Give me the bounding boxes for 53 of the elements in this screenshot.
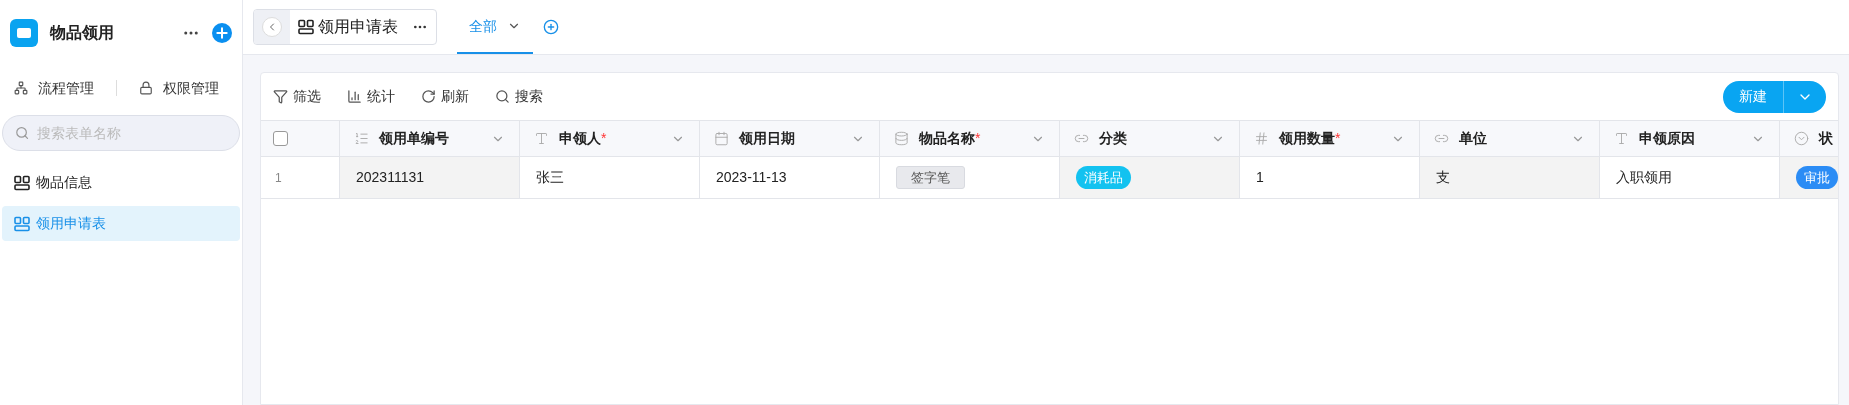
filter-icon xyxy=(273,89,288,104)
chart-icon xyxy=(347,89,362,104)
nav-link[interactable]: 流程管理 xyxy=(14,77,94,99)
search-icon xyxy=(495,89,510,104)
column-header[interactable]: 领用数量* xyxy=(1240,121,1420,156)
table-cell: 支 xyxy=(1420,157,1600,198)
column-header[interactable]: 物品名称* xyxy=(880,121,1060,156)
column-header[interactable]: 领用单编号 xyxy=(340,121,520,156)
search-field[interactable]: 搜索表单名称 xyxy=(2,115,240,151)
toolbar-button[interactable]: 统计 xyxy=(347,86,395,107)
item-tag: 签字笔 xyxy=(896,165,965,190)
view-tab[interactable]: 全部 xyxy=(457,0,533,54)
table-cell: 202311131 xyxy=(340,157,520,198)
database-icon xyxy=(894,131,909,146)
column-header[interactable]: 申领人* xyxy=(520,121,700,156)
form-icon xyxy=(14,215,30,232)
app-logo-icon xyxy=(10,19,38,47)
page-title: 领用申请表 xyxy=(318,17,398,37)
select-all-checkbox[interactable] xyxy=(273,131,288,146)
numbered-list-icon xyxy=(354,131,369,146)
dropdown-circle-icon xyxy=(1794,131,1809,146)
search-icon xyxy=(15,125,30,141)
toolbar-button[interactable]: 筛选 xyxy=(273,86,321,107)
search-input[interactable]: 搜索表单名称 xyxy=(37,122,227,144)
column-header[interactable]: 申领原因 xyxy=(1600,121,1780,156)
counter-icon xyxy=(1254,131,1269,146)
toolbar-button[interactable]: 刷新 xyxy=(421,86,469,107)
refresh-icon xyxy=(421,89,436,104)
letter-icon xyxy=(1614,131,1629,146)
form-icon xyxy=(14,174,30,191)
back-button[interactable] xyxy=(262,17,282,37)
letter-icon xyxy=(534,131,549,146)
hierarchy-icon xyxy=(14,81,28,95)
form-icon xyxy=(298,19,314,35)
form-item[interactable]: 物品信息 xyxy=(2,165,240,200)
required-mark: * xyxy=(1335,129,1341,148)
column-header[interactable]: 分类 xyxy=(1060,121,1240,156)
column-header[interactable]: 单位 xyxy=(1420,121,1600,156)
required-mark: * xyxy=(975,129,981,148)
table-cell: 2023-11-13 xyxy=(700,157,880,198)
calendar-icon xyxy=(714,131,729,146)
lock-icon xyxy=(139,81,153,95)
status-pill: 审批 xyxy=(1796,165,1838,190)
nav-link[interactable]: 权限管理 xyxy=(139,77,219,99)
toolbar-button[interactable]: 搜索 xyxy=(495,86,543,107)
column-header[interactable]: 状 xyxy=(1780,121,1838,156)
column-header[interactable]: 领用日期 xyxy=(700,121,880,156)
add-button[interactable] xyxy=(212,23,232,43)
app-title: 物品领用 xyxy=(50,23,115,43)
add-view-icon[interactable] xyxy=(543,19,559,35)
table-cell: 张三 xyxy=(520,157,700,198)
required-mark: * xyxy=(601,129,607,148)
status-pill: 消耗品 xyxy=(1076,165,1131,190)
